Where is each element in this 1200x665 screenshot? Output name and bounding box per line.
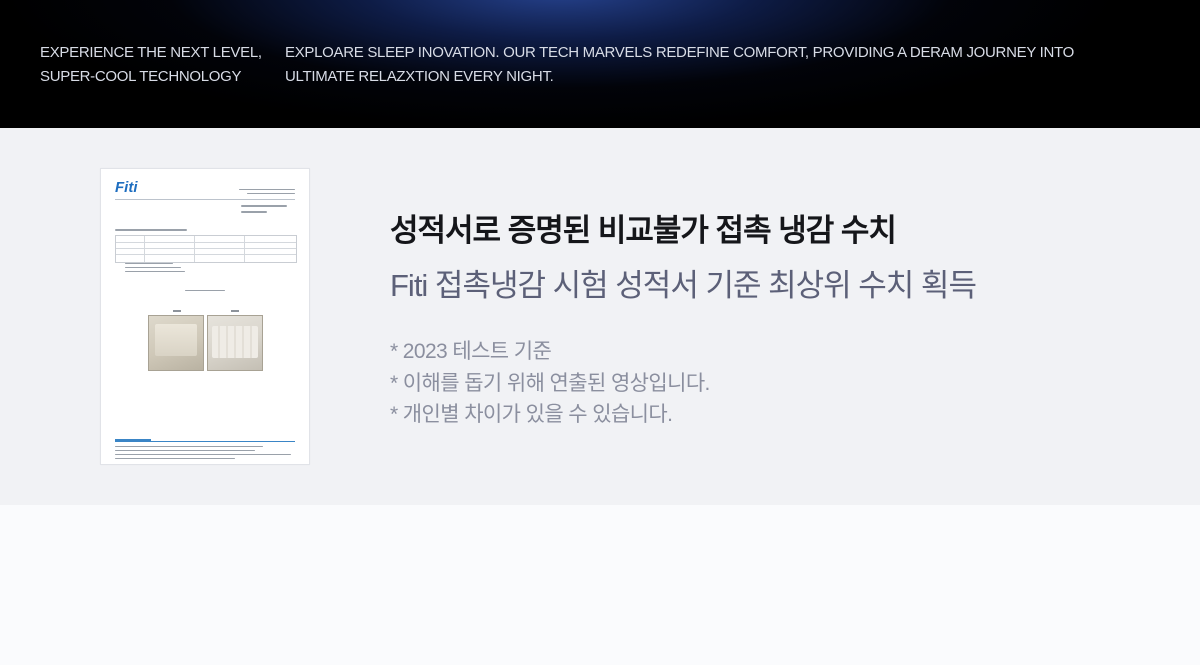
certificate-text-line	[241, 211, 267, 213]
certificate-text-line	[239, 189, 295, 190]
fiti-logo: Fiti	[115, 179, 138, 196]
certificate-text-line	[115, 229, 187, 231]
certificate-text-line	[241, 205, 287, 207]
certificate-text-line	[125, 271, 185, 272]
certificate-header-rule	[115, 199, 295, 200]
note-item: * 2023 테스트 기준	[390, 340, 552, 363]
section-title: 성적서로 증명된 비교불가 접촉 냉감 수치	[390, 213, 897, 248]
certificate-text-line	[115, 454, 291, 455]
photo-label	[173, 310, 181, 312]
certificate-text-line	[247, 193, 295, 194]
certificate-footer-rule	[115, 441, 295, 442]
note-item: * 개인별 차이가 있을 수 있습니다.	[390, 403, 673, 426]
certificate-text-line	[185, 290, 225, 291]
section-subtitle: Fiti 접촉냉감 시험 성적서 기준 최상위 수치 획득	[390, 268, 977, 303]
page-background	[0, 505, 1200, 665]
certificate-text-line	[125, 267, 181, 268]
disclaimer-notes: * 2023 테스트 기준 * 이해를 돕기 위해 연출된 영상입니다. * 개…	[390, 336, 710, 431]
test-certificate-image: Fiti	[100, 168, 310, 465]
certificate-result-table	[115, 235, 297, 263]
certificate-section: Fiti 성적서로 증명된 비교불가 접촉 냉감 수치 Fiti 접촉냉감 시험	[0, 128, 1200, 505]
fabric-sample-photo	[148, 315, 204, 371]
hero-description: EXPLOARE SLEEP INOVATION. OUR TECH MARVE…	[285, 44, 1074, 85]
hero-banner: EXPERIENCE THE NEXT LEVEL, SUPER-COOL TE…	[0, 0, 1200, 128]
hero-tagline: EXPERIENCE THE NEXT LEVEL, SUPER-COOL TE…	[40, 44, 262, 85]
fabric-sample-photo	[207, 315, 263, 371]
photo-label	[231, 310, 239, 312]
certificate-text-line	[115, 458, 235, 459]
note-item: * 이해를 돕기 위해 연출된 영상입니다.	[390, 371, 710, 395]
certificate-text-line	[115, 446, 263, 447]
certificate-text-line	[125, 263, 173, 264]
certificate-text-line	[115, 450, 255, 451]
